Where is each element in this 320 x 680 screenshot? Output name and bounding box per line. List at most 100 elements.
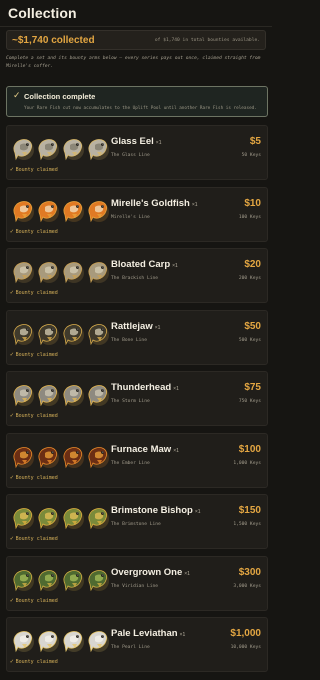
fish-icon xyxy=(37,626,61,654)
check-icon: ✓ xyxy=(10,412,14,419)
fish-set xyxy=(12,319,112,347)
fish-icon xyxy=(62,257,86,285)
fish-multiplier: ×1 xyxy=(194,509,201,515)
bounty-claimed-label: Bounty claimed xyxy=(15,659,58,665)
check-icon: ✓ xyxy=(10,535,14,542)
fish-icon xyxy=(37,442,61,470)
bounty-price: $5 xyxy=(249,136,261,147)
fish-name-text: Overgrown One xyxy=(111,566,183,578)
fish-set xyxy=(12,565,112,593)
bounty-claimed-status: ✓ Bounty claimed xyxy=(10,351,58,358)
fish-icon xyxy=(37,565,61,593)
fish-icon xyxy=(12,626,36,654)
fish-icon xyxy=(87,319,111,347)
bounty-claimed-label: Bounty claimed xyxy=(15,351,58,358)
bounty-price: $50 xyxy=(244,320,261,332)
fish-icon xyxy=(87,134,111,162)
fish-name-text: Glass Eel xyxy=(111,136,154,147)
fish-icon xyxy=(62,442,86,470)
bounty-keys: 10,000 Keys xyxy=(230,645,261,650)
bounty-claimed-label: Bounty claimed xyxy=(15,474,58,481)
fish-icon xyxy=(37,380,61,408)
check-icon: ✓ xyxy=(10,227,14,235)
check-icon: ✓ xyxy=(10,289,14,296)
bounty-card[interactable]: Rattlejaw ×1 The Bone Line $50 500 Keys ✓ Boun… xyxy=(6,309,268,365)
collected-amount: ~$1,740 collected xyxy=(12,34,95,46)
fish-line: The Brackish Line xyxy=(111,276,159,281)
bounty-keys: 3,000 Keys xyxy=(233,583,261,589)
fish-name: Furnace Maw ×1 xyxy=(111,444,179,455)
bounty-claimed-status: ✓ Bounty claimed xyxy=(10,535,58,542)
bounty-keys: 50 Keys xyxy=(241,153,261,158)
bounty-price: $300 xyxy=(238,566,261,578)
bounty-keys: 1,500 Keys xyxy=(233,522,261,527)
fish-line: The Storm Line xyxy=(111,399,150,404)
fish-icon xyxy=(12,565,36,593)
bounty-price: $75 xyxy=(244,382,261,393)
complete-description: Your Rare Fish cut now accumulates to th… xyxy=(24,106,257,111)
bounty-claimed-label: Bounty claimed xyxy=(15,167,58,173)
check-icon: ✓ xyxy=(10,596,14,604)
check-icon: ✓ xyxy=(13,91,21,101)
bounty-claimed-status: ✓ Bounty claimed xyxy=(10,228,58,235)
fish-line: The Glass Line xyxy=(111,153,150,158)
fish-multiplier: ×1 xyxy=(184,570,190,577)
collection-summary: ~$1,740 collected of $1,740 in total bou… xyxy=(6,30,266,50)
bounty-card[interactable]: Furnace Maw ×1 The Ember Line $100 1,000 Key… xyxy=(6,432,268,488)
bounty-claimed-label: Bounty claimed xyxy=(15,290,58,296)
fish-name: Glass Eel ×1 xyxy=(111,136,161,147)
fish-name-text: Thunderhead xyxy=(111,382,172,393)
bounty-claimed-label: Bounty claimed xyxy=(15,597,58,604)
fish-name-text: Rattlejaw xyxy=(111,320,153,332)
fish-set xyxy=(12,257,112,285)
fish-name: Overgrown One ×1 xyxy=(111,567,190,578)
fish-line: The Ember Line xyxy=(111,460,150,466)
fish-icon xyxy=(87,196,111,224)
fish-icon xyxy=(12,319,36,347)
bounty-card[interactable]: Pale Leviathan ×1 The Pearl Line $1,000 10,0… xyxy=(6,617,268,672)
bounty-card[interactable]: Thunderhead ×1 The Storm Line $75 750 Keys ✓ B… xyxy=(6,371,268,426)
fish-set xyxy=(12,626,112,654)
fish-line: The Pearl Line xyxy=(111,645,150,650)
fish-icon xyxy=(37,134,61,162)
fish-name-text: Mirelle's Goldfish xyxy=(111,197,190,209)
fish-multiplier: ×1 xyxy=(191,201,198,208)
fish-icon xyxy=(62,626,86,654)
fish-name: Pale Leviathan ×1 xyxy=(111,628,185,639)
bounty-card[interactable]: Glass Eel ×1 The Glass Line $5 50 Keys ✓ Bount… xyxy=(6,125,268,180)
bounty-card[interactable]: Brimstone Bishop ×1 The Brimstone Line $150… xyxy=(6,494,268,549)
fish-line: The Brimstone Line xyxy=(111,522,161,527)
fish-set xyxy=(12,196,112,224)
fish-icon xyxy=(12,503,36,531)
intro-text: Complete a set and its bounty arms below… xyxy=(6,56,261,69)
fish-icon xyxy=(62,503,86,531)
bounty-keys: 500 Keys xyxy=(238,337,261,343)
bounty-claimed-status: ✓ Bounty claimed xyxy=(10,597,58,604)
bounty-card[interactable]: Overgrown One ×1 The Viridian Line $300 3,00… xyxy=(6,555,268,611)
fish-multiplier: ×1 xyxy=(155,140,162,146)
fish-set xyxy=(12,442,112,470)
bounty-price: $150 xyxy=(238,505,261,516)
fish-icon xyxy=(87,442,111,470)
bounty-claimed-label: Bounty claimed xyxy=(15,228,58,235)
bounty-price: $20 xyxy=(244,259,261,270)
fish-name-text: Furnace Maw xyxy=(111,443,172,455)
complete-title: Collection complete xyxy=(24,92,96,101)
bounty-keys: 200 Keys xyxy=(238,276,261,281)
bounty-claimed-status: ✓ Bounty claimed xyxy=(10,474,58,481)
bounty-claimed-label: Bounty claimed xyxy=(15,413,58,419)
fish-icon xyxy=(12,134,36,162)
bounty-card[interactable]: Mirelle's Goldfish ×1 Mirelle's Line $10 100… xyxy=(6,186,268,242)
bounty-price: $100 xyxy=(238,443,261,455)
bounty-card[interactable]: Bloated Carp ×1 The Brackish Line $20 200 Ke… xyxy=(6,248,268,303)
fish-icon xyxy=(87,565,111,593)
bounty-claimed-status: ✓ Bounty claimed xyxy=(10,166,58,173)
fish-icon xyxy=(62,134,86,162)
check-icon: ✓ xyxy=(10,658,14,665)
bounty-keys: 1,000 Keys xyxy=(233,460,261,466)
bounty-claimed-status: ✓ Bounty claimed xyxy=(10,412,58,419)
fish-icon xyxy=(87,257,111,285)
bounty-price: $1,000 xyxy=(230,628,261,639)
header: Collection xyxy=(0,0,272,27)
fish-multiplier: ×1 xyxy=(172,263,178,269)
